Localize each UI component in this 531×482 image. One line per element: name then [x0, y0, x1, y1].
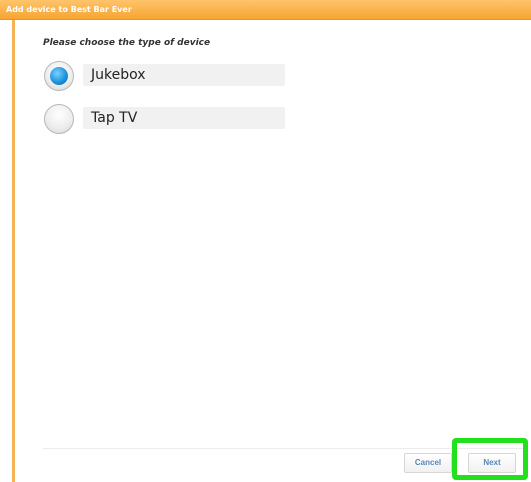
option-jukebox[interactable]: Jukebox — [42, 60, 292, 92]
device-type-prompt: Please choose the type of device — [43, 38, 211, 48]
next-button[interactable]: Next — [468, 453, 516, 473]
tap-tv-radio[interactable] — [44, 104, 74, 134]
dialog-title: Add device to Best Bar Ever — [0, 0, 531, 20]
option-tap-tv[interactable]: Tap TV — [42, 103, 292, 135]
tap-tv-label[interactable]: Tap TV — [83, 107, 285, 129]
add-device-dialog: Add device to Best Bar Ever Please choos… — [0, 0, 531, 482]
jukebox-label[interactable]: Jukebox — [83, 64, 285, 86]
footer-divider — [43, 448, 523, 449]
cancel-button[interactable]: Cancel — [404, 453, 452, 473]
dialog-left-border — [12, 20, 15, 482]
jukebox-radio[interactable] — [44, 61, 74, 91]
